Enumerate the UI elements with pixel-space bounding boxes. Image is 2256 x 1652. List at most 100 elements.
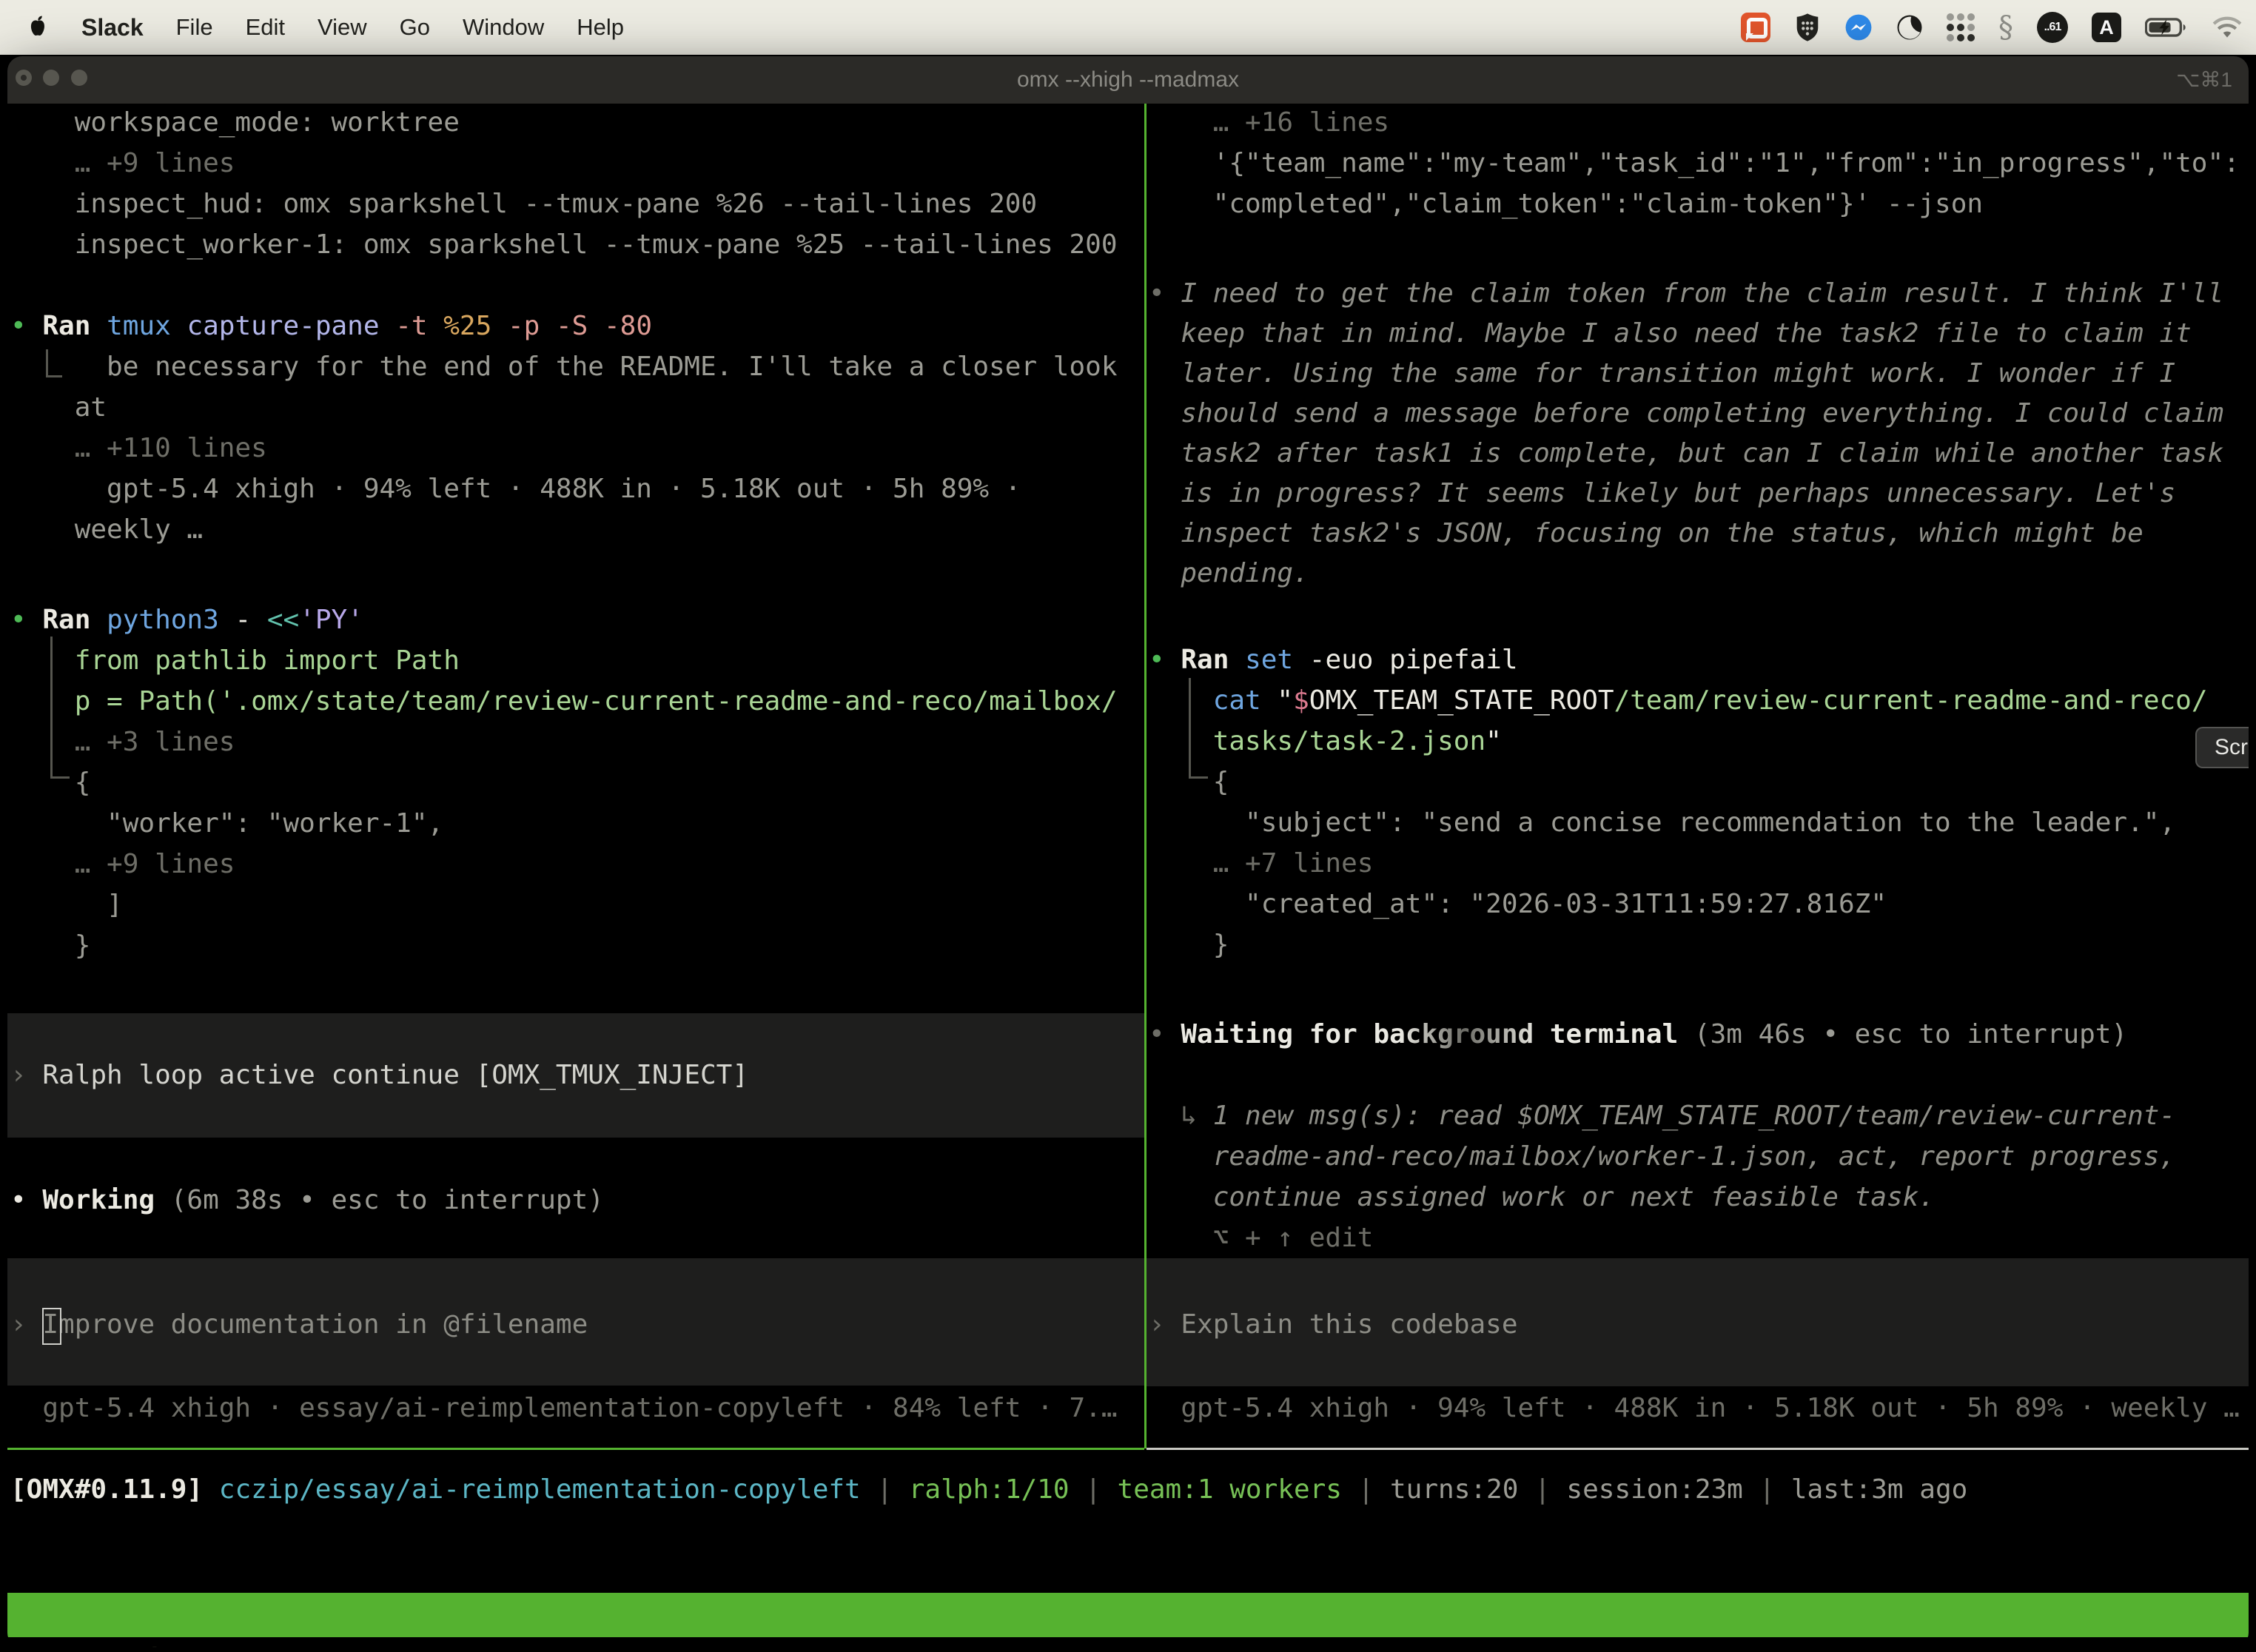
- screen-share-overlay-button[interactable]: Scre: [2195, 727, 2249, 768]
- segment: session:23m: [1566, 1474, 1742, 1505]
- badge-61-icon[interactable]: ..61: [2037, 12, 2068, 43]
- segment: (3m 46s • esc to interrupt): [1678, 1019, 2127, 1050]
- segment: ": [1485, 726, 1502, 756]
- segment: I need to get the claim token from the c…: [1181, 278, 2223, 309]
- terminal-line: task2 after task1 is complete, but can I…: [1149, 433, 2223, 474]
- moon-circle-icon[interactable]: [1896, 14, 1923, 41]
- terminal-line: }: [1149, 924, 1229, 965]
- segment: (6m 38s • esc to interrupt): [171, 1185, 604, 1215]
- terminal-line: … +16 lines: [1149, 102, 1389, 143]
- segment: |: [1743, 1474, 1791, 1505]
- terminal-line: weekly …: [10, 509, 203, 550]
- segment: ›: [10, 1060, 42, 1090]
- segment: last:3m ago: [1791, 1474, 1967, 1505]
- segment: [OMX#0.11.9]: [10, 1474, 219, 1505]
- menu-item-view[interactable]: View: [318, 14, 367, 41]
- segment: python3: [107, 605, 235, 635]
- segment: cat: [1149, 685, 1277, 716]
- segment: "worker": "worker-1",: [10, 808, 443, 839]
- shield-grid-icon[interactable]: [1794, 13, 1821, 42]
- segment: |: [861, 1474, 909, 1505]
- screen-share-overlay-label: Scre: [2215, 735, 2249, 760]
- terminal-line: continue assigned work or next feasible …: [1149, 1177, 1935, 1218]
- terminal-line: p = Path('.omx/state/team/review-current…: [10, 681, 1118, 722]
- segment: p = Path('.omx/state/team/review-current…: [10, 686, 1118, 716]
- terminal-line: be necessary for the end of the README. …: [10, 346, 1118, 387]
- segment: pending.: [1149, 558, 1309, 588]
- terminal-line: • Working (6m 38s • esc to interrupt): [10, 1180, 604, 1220]
- window-title-bar: omx --xhigh --madmax ⌥⌘1: [7, 56, 2249, 104]
- terminal-line: • I need to get the claim token from the…: [1149, 273, 2223, 314]
- terminal-line: … +3 lines: [10, 722, 235, 762]
- apple-menu-icon[interactable]: [27, 15, 49, 40]
- window-shortcut-badge: ⌥⌘1: [2176, 56, 2232, 104]
- terminal-line: tasks/task-2.json": [1149, 721, 1502, 762]
- menu-bar: Slack File Edit View Go Window Help § ..61 A: [0, 0, 2256, 55]
- left-pane-bottom-border: [7, 1448, 1144, 1450]
- segment: Working: [42, 1185, 170, 1215]
- terminal-line: cat "$OMX_TEAM_STATE_ROOT/team/review-cu…: [1149, 680, 2208, 721]
- segment: continue assigned work or next feasible …: [1149, 1182, 1935, 1212]
- segment: "created_at": "2026-03-31T11:59:27.816Z": [1149, 889, 1887, 919]
- terminal-line: '{"team_name":"my-team","task_id":"1","f…: [1149, 143, 2240, 184]
- terminal-line: … +7 lines: [1149, 843, 1373, 884]
- pane-divider[interactable]: [1144, 104, 1147, 1448]
- segment: •: [10, 311, 42, 341]
- segment: tmux: [107, 311, 187, 341]
- terminal-line: "created_at": "2026-03-31T11:59:27.816Z": [1149, 884, 1887, 924]
- segment: ›: [10, 1309, 42, 1340]
- segment: ": [1277, 685, 1293, 716]
- menu-item-help[interactable]: Help: [577, 14, 624, 41]
- segment: … +3 lines: [10, 727, 235, 757]
- dots-grid-icon[interactable]: [1947, 13, 1975, 41]
- segment: be necessary for the end of the README. …: [10, 352, 1118, 382]
- menu-item-window[interactable]: Window: [463, 14, 544, 41]
- terminal-line: keep that in mind. Maybe I also need the…: [1149, 313, 2192, 354]
- tmux-session-label[interactable]: [omx-cczip0:bash*: [18, 1637, 290, 1648]
- squiggle-icon[interactable]: §: [1998, 10, 2013, 44]
- segment: '{"team_name":"my-team","task_id":"1","f…: [1149, 148, 2240, 178]
- segment: weekly …: [10, 514, 203, 545]
- segment: <<: [267, 605, 299, 635]
- terminal-line: from pathlib import Path: [10, 640, 460, 681]
- segment: Ran: [1181, 645, 1245, 675]
- battery-icon[interactable]: [2145, 17, 2188, 38]
- segment: OMX_TEAM_STATE_ROOT: [1309, 685, 1614, 716]
- segment: inspect_hud: omx sparkshell --tmux-pane …: [10, 189, 1037, 219]
- segment: Ran: [42, 605, 107, 635]
- input-source-icon[interactable]: A: [2092, 13, 2121, 42]
- segment: ↳: [1149, 1101, 1213, 1131]
- terminal-line: {: [10, 762, 90, 803]
- terminal-line: … +9 lines: [10, 143, 235, 184]
- terminal-line: inspect task2's JSON, focusing on the st…: [1149, 513, 2143, 554]
- menu-item-go[interactable]: Go: [400, 14, 430, 41]
- segment: Waiting for background terminal: [1181, 1019, 1678, 1050]
- terminal-line: "subject": "send a concise recommendatio…: [1149, 802, 2175, 843]
- active-app-name[interactable]: Slack: [81, 14, 144, 41]
- segment: ›: [1149, 1309, 1181, 1340]
- segment: gpt-5.4 xhigh · essay/ai-reimplementatio…: [10, 1393, 1118, 1423]
- segment: -euo pipefail: [1309, 645, 1518, 675]
- segment: is in progress? It seems likely but perh…: [1149, 478, 2175, 508]
- segment: -80: [604, 311, 652, 341]
- chat-app-icon[interactable]: [1741, 13, 1770, 42]
- wifi-icon[interactable]: [2212, 16, 2243, 39]
- terminal-line: is in progress? It seems likely but perh…: [1149, 473, 2175, 514]
- segment: … +16 lines: [1149, 107, 1389, 138]
- terminal-line: workspace_mode: worktree: [10, 102, 460, 143]
- messenger-icon[interactable]: [1844, 13, 1873, 41]
- segment: … +7 lines: [1149, 848, 1373, 879]
- segment: -: [235, 605, 266, 635]
- segment: inspect task2's JSON, focusing on the st…: [1149, 518, 2143, 548]
- segment: 1 new msg(s): read $OMX_TEAM_STATE_ROOT/…: [1213, 1101, 2175, 1131]
- terminal-line: gpt-5.4 xhigh · essay/ai-reimplementatio…: [10, 1388, 1118, 1428]
- terminal-line: at: [10, 387, 107, 428]
- segment: … +110 lines: [10, 433, 267, 463]
- terminal-line: … +110 lines: [10, 428, 267, 469]
- terminal-line: … +9 lines: [10, 844, 235, 884]
- segment: workspace_mode: worktree: [10, 107, 460, 138]
- menu-item-edit[interactable]: Edit: [246, 14, 285, 41]
- terminal-line: inspect_hud: omx sparkshell --tmux-pane …: [10, 184, 1037, 224]
- menu-item-file[interactable]: File: [176, 14, 213, 41]
- segment: later. Using the same for transition mig…: [1149, 358, 2175, 389]
